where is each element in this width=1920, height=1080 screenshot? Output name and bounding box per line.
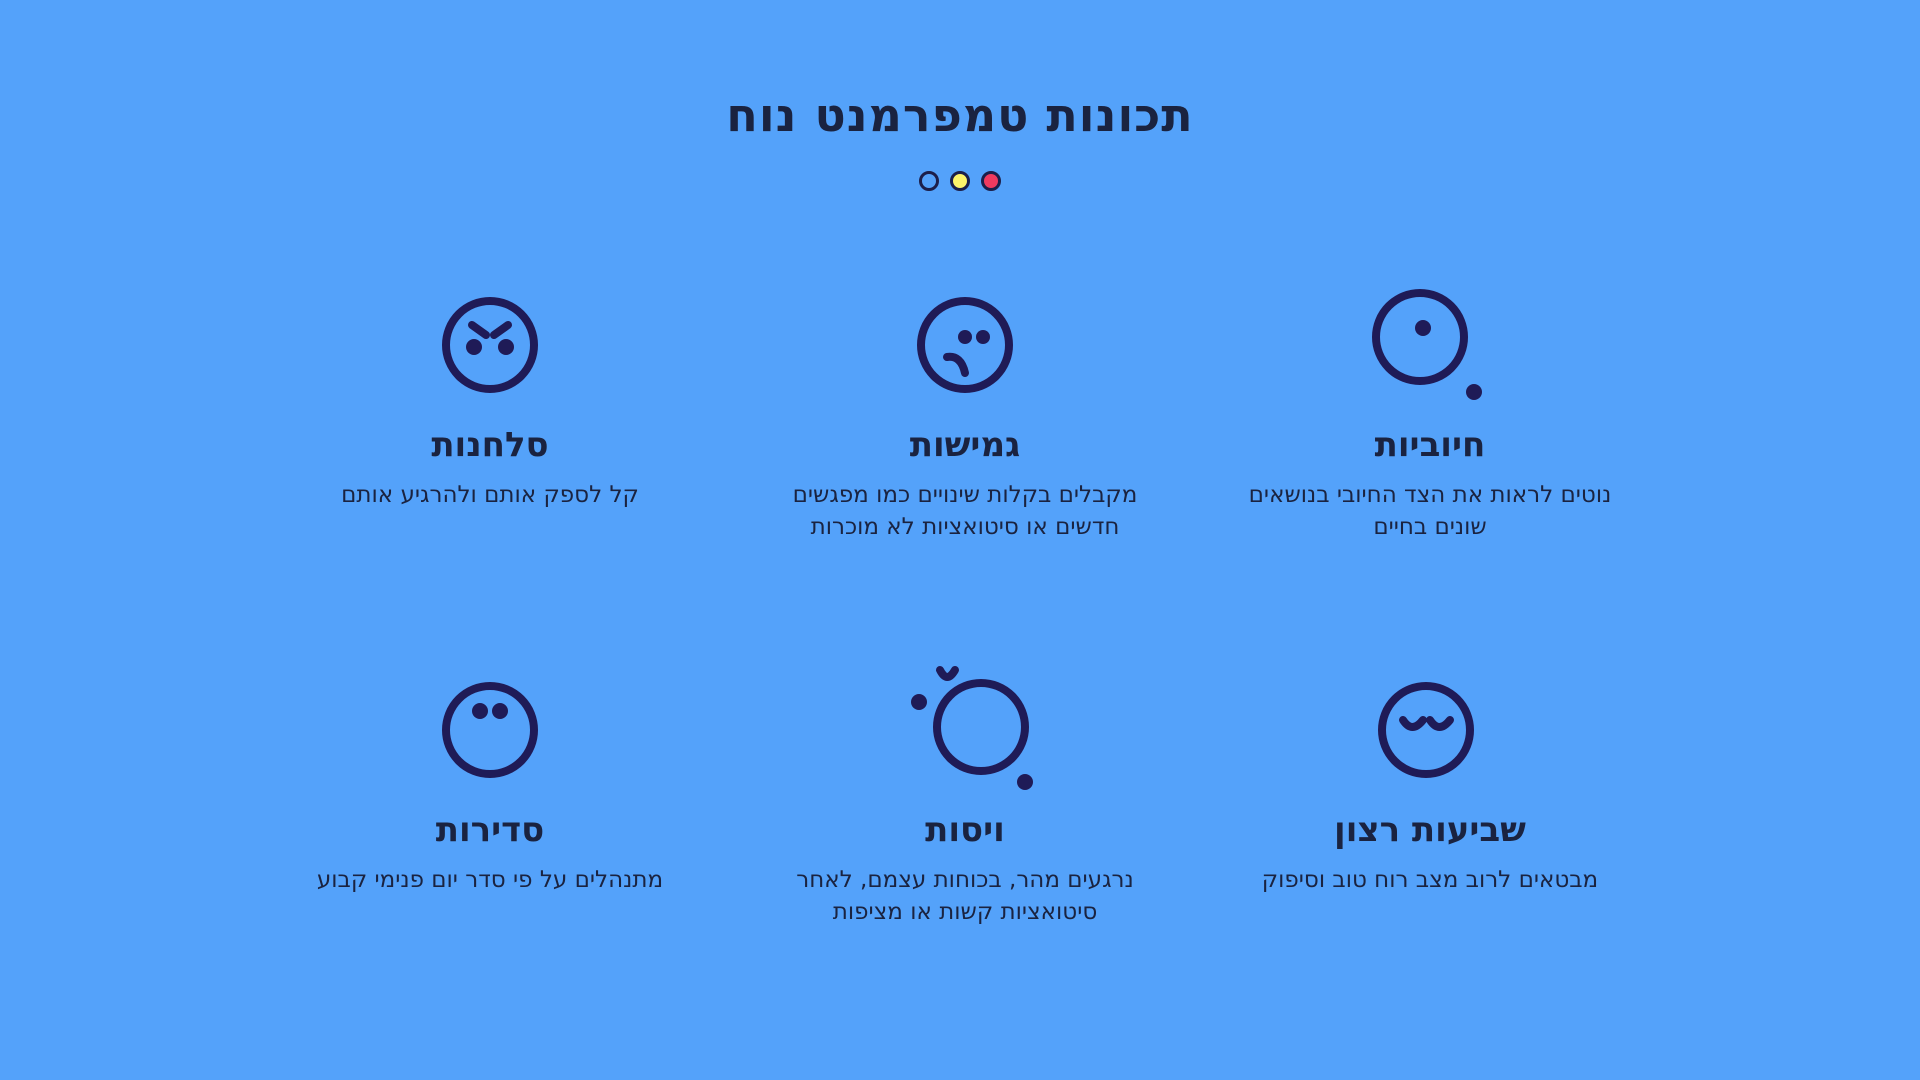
trait-description: מתנהלים על פי סדר יום פנימי קבוע xyxy=(316,867,664,893)
trait-title: שביעות רצון xyxy=(1334,810,1526,850)
color-indicator xyxy=(0,171,1920,191)
trait-forgiveness: סלחנות קל לספק אותם ולהרגיע אותם xyxy=(280,275,700,511)
trait-description: קל לספק אותם ולהרגיע אותם xyxy=(341,482,639,508)
flexible-face-icon xyxy=(917,297,1013,393)
page-title: תכונות טמפרמנט נוח xyxy=(726,88,1194,142)
trait-title: סדירות xyxy=(435,810,545,850)
regulation-face-icon xyxy=(911,666,1033,790)
trait-description: נוטים לראות את הצד החיובי בנושאים שונים … xyxy=(1248,482,1612,540)
regularity-face-icon xyxy=(442,682,538,778)
trait-description: מקבלים בקלות שינויים כמו מפגשים חדשים או… xyxy=(792,482,1138,540)
trait-title: גמישות xyxy=(909,425,1021,465)
trait-title: ויסות xyxy=(925,810,1005,850)
trait-title: חיוביות xyxy=(1374,425,1486,465)
trait-title: סלחנות xyxy=(431,425,549,465)
indicator-dot-blue xyxy=(919,171,939,191)
content-face-icon xyxy=(1378,682,1474,778)
indicator-dot-yellow xyxy=(950,171,970,191)
trait-contentment: שביעות רצון מבטאים לרוב מצב רוח טוב וסיפ… xyxy=(1220,660,1640,896)
trait-regularity: סדירות מתנהלים על פי סדר יום פנימי קבוע xyxy=(280,660,700,896)
positive-face-icon xyxy=(1372,289,1482,400)
forgiving-face-icon xyxy=(442,297,538,393)
indicator-dot-red xyxy=(981,171,1001,191)
trait-description: נרגעים מהר, בכוחות עצמם, לאחר סיטואציות … xyxy=(796,867,1134,925)
trait-positivity: חיוביות נוטים לראות את הצד החיובי בנושאי… xyxy=(1220,275,1640,543)
trait-description: מבטאים לרוב מצב רוח טוב וסיפוק xyxy=(1261,867,1599,893)
trait-flexibility: גמישות מקבלים בקלות שינויים כמו מפגשים ח… xyxy=(755,275,1175,543)
trait-regulation: ויסות נרגעים מהר, בכוחות עצמם, לאחר סיטו… xyxy=(755,660,1175,928)
